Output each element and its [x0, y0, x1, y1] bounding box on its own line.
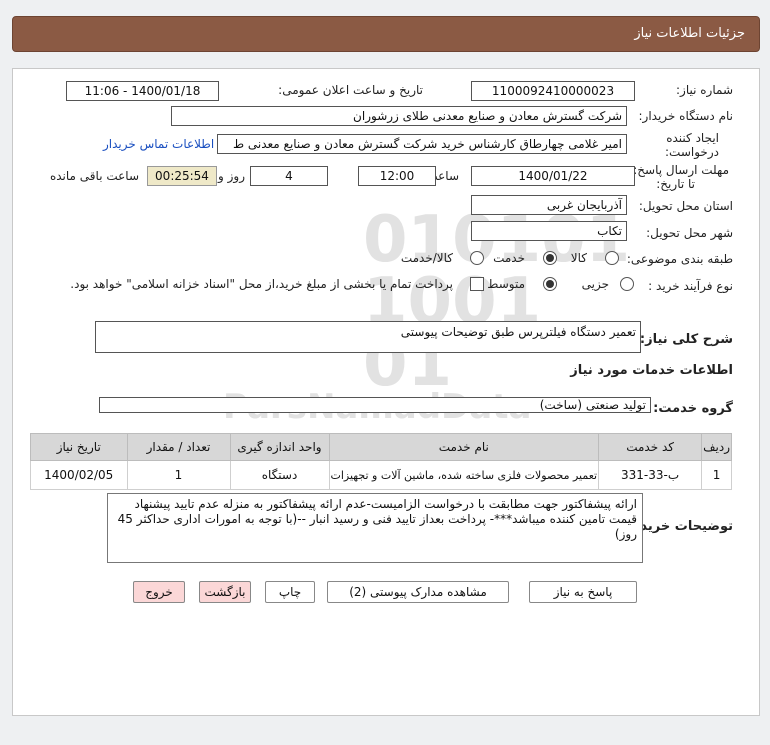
remaining-label: ساعت باقی مانده	[49, 169, 139, 183]
category-option-goods-service: کالا/خدمت	[400, 251, 453, 265]
deadline-label-1: مهلت ارسال پاسخ:	[633, 163, 729, 177]
treasury-checkbox[interactable]	[470, 277, 484, 291]
process-label: نوع فرآیند خرید :	[648, 279, 733, 293]
cell-row-num: 1	[701, 460, 732, 490]
announce-label: تاریخ و ساعت اعلان عمومی:	[278, 83, 423, 97]
need-number-label: شماره نیاز:	[676, 83, 733, 97]
days-label: روز و	[218, 169, 245, 183]
deadline-label-2: تا تاریخ:	[656, 177, 695, 191]
service-group-label: گروه خدمت:	[653, 401, 733, 416]
process-option-minor: جزیی	[581, 277, 609, 291]
deadline-date-field[interactable]: 1400/01/22	[471, 166, 635, 186]
announce-field[interactable]: 1400/01/18 - 11:06	[66, 81, 219, 101]
table-header-row: ردیف کد خدمت نام خدمت واحد اندازه گیری ت…	[30, 433, 732, 461]
services-section-title: اطلاعات خدمات مورد نیاز	[570, 363, 733, 378]
buyer-org-field[interactable]: شرکت گسترش معادن و صنایع معدنی طلای زرشو…	[171, 106, 627, 126]
process-radio-minor[interactable]	[620, 277, 634, 291]
category-label: طبقه بندی موضوعی:	[626, 252, 733, 266]
city-label: شهر محل تحویل:	[646, 226, 733, 240]
back-button[interactable]: بازگشت	[199, 581, 251, 603]
reply-button[interactable]: پاسخ به نیاز	[529, 581, 637, 603]
need-number-field[interactable]: 1100092410000023	[471, 81, 635, 101]
print-button[interactable]: چاپ	[265, 581, 315, 603]
buyer-org-label: نام دستگاه خریدار:	[638, 109, 734, 123]
requester-label-1: ایجاد کننده	[666, 131, 719, 145]
requester-field[interactable]: امیر غلامی چهارطاق کارشناس خرید شرکت گست…	[217, 134, 627, 154]
category-option-goods: کالا	[570, 251, 587, 265]
days-field[interactable]: 4	[250, 166, 328, 186]
col-header-unit: واحد اندازه گیری	[229, 433, 330, 461]
buyer-notes-line-2: قیمت تامین کننده میباشد***- پرداخت بعداز…	[117, 512, 637, 526]
city-field[interactable]: تکاب	[471, 221, 627, 241]
cell-code: ب-33-331	[598, 460, 703, 490]
col-header-code: کد خدمت	[598, 433, 703, 461]
service-group-field[interactable]: تولید صنعتی (ساخت)	[99, 397, 651, 413]
category-radio-goods-service[interactable]	[470, 251, 484, 265]
page-title: جزئیات اطلاعات نیاز	[634, 26, 745, 41]
cell-unit: دستگاه	[229, 460, 330, 490]
page-header: جزئیات اطلاعات نیاز	[12, 16, 760, 52]
remaining-time-field: 00:25:54	[147, 166, 217, 186]
col-header-date: تاریخ نیاز	[30, 433, 128, 461]
summary-field[interactable]: تعمیر دستگاه فیلترپرس طبق توضیحات پیوستی	[95, 321, 641, 353]
province-field[interactable]: آذربایجان غربی	[471, 195, 627, 215]
requester-label-2: درخواست:	[665, 145, 719, 159]
col-header-row-num: ردیف	[701, 433, 732, 461]
process-radio-medium[interactable]	[543, 277, 557, 291]
table-row[interactable]: 1 ب-33-331 تعمیر محصولات فلزی ساخته شده،…	[30, 460, 732, 490]
buyer-notes-box[interactable]: ارائه پیشفاکتور جهت مطابقت با درخواست ال…	[107, 493, 643, 563]
col-header-quantity: تعداد / مقدار	[126, 433, 231, 461]
exit-button[interactable]: خروج	[133, 581, 185, 603]
cell-date: 1400/02/05	[30, 460, 128, 490]
attachments-button[interactable]: مشاهده مدارک پیوستی (2)	[327, 581, 509, 603]
category-radio-goods[interactable]	[605, 251, 619, 265]
category-option-service: خدمت	[493, 251, 525, 265]
details-panel: 010101100101 ParsNamadData شماره نیاز: 1…	[12, 68, 760, 716]
contact-buyer-link[interactable]: اطلاعات تماس خریدار	[103, 137, 214, 151]
cell-name: تعمیر محصولات فلزی ساخته شده، ماشین آلات…	[328, 460, 600, 490]
summary-label: شرح کلی نیاز:	[639, 332, 733, 347]
treasury-note: پرداخت تمام یا بخشی از مبلغ خرید،از محل …	[70, 277, 453, 291]
services-table: ردیف کد خدمت نام خدمت واحد اندازه گیری ت…	[30, 433, 732, 490]
col-header-name: نام خدمت	[328, 433, 600, 461]
deadline-time-field[interactable]: 12:00	[358, 166, 436, 186]
category-radio-service[interactable]	[543, 251, 557, 265]
buyer-notes-line-3: روز)	[614, 527, 637, 541]
province-label: استان محل تحویل:	[638, 199, 733, 213]
cell-quantity: 1	[126, 460, 231, 490]
process-option-medium: متوسط	[487, 277, 525, 291]
buyer-notes-line-1: ارائه پیشفاکتور جهت مطابقت با درخواست ال…	[134, 497, 637, 511]
